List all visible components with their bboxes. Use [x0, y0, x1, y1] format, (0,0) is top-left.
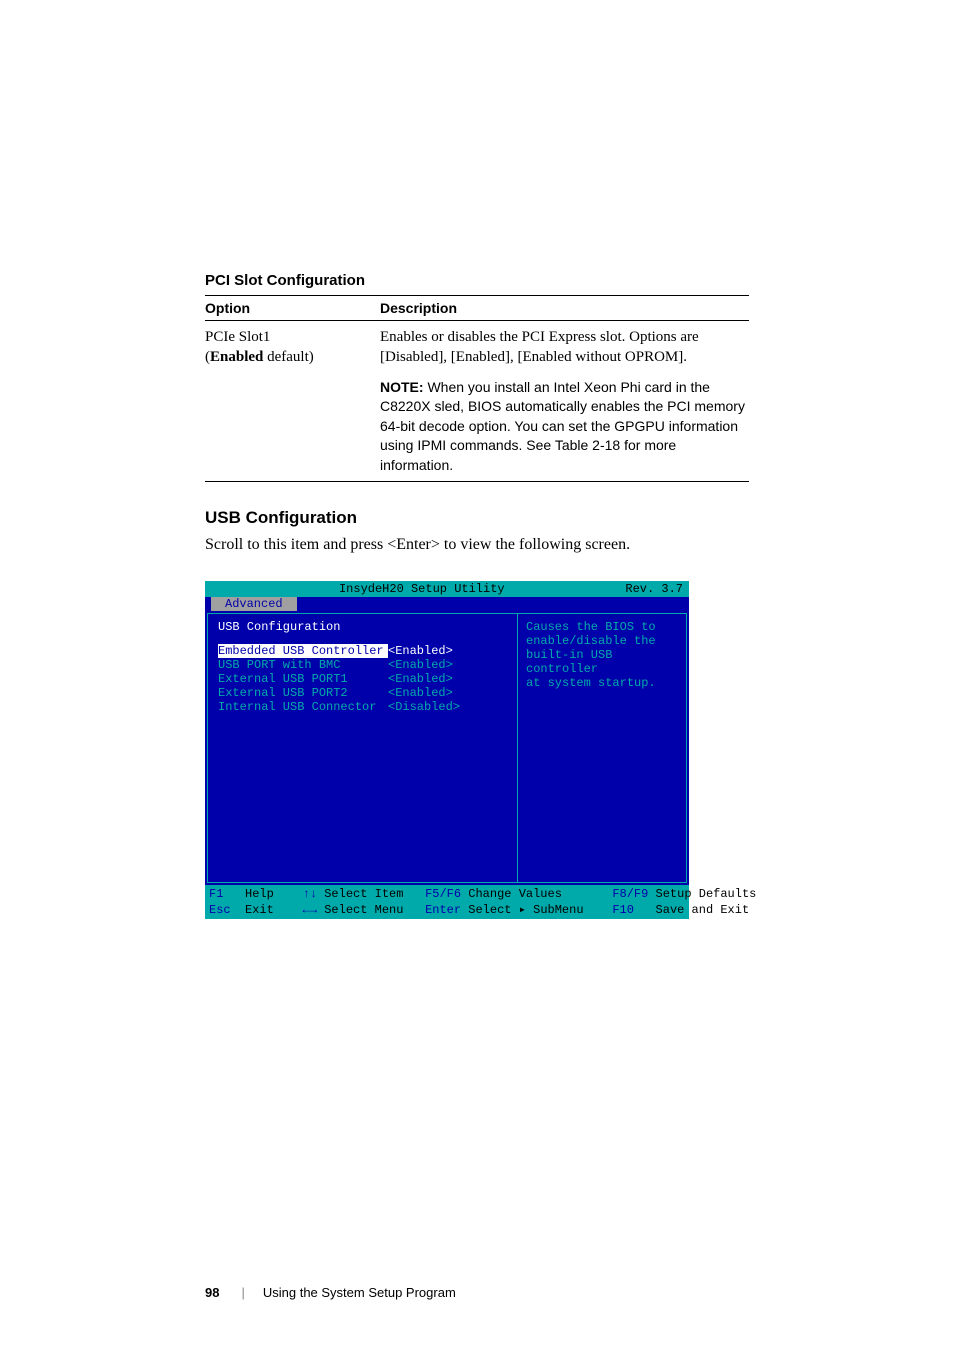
- bios-key-saveexit-label: Save and Exit: [634, 903, 749, 917]
- bios-key-changevalues-label: Change Values: [461, 887, 612, 901]
- option-cell: PCIe Slot1 (Enabled default): [205, 327, 380, 475]
- bios-key-help-label: Help: [223, 887, 302, 901]
- page-divider: |: [241, 1285, 244, 1300]
- bios-setting-label: Embedded USB Controller: [218, 644, 388, 658]
- table-header-row: Option Description: [205, 295, 749, 321]
- bios-key-exit-label: Exit: [231, 903, 303, 917]
- document-page: PCI Slot Configuration Option Descriptio…: [0, 0, 954, 1350]
- bios-body: USB Configuration Embedded USB Controlle…: [205, 611, 689, 885]
- page-footer: 98 | Using the System Setup Program: [205, 1285, 456, 1300]
- note-text: When you install an Intel Xeon Phi card …: [380, 379, 745, 473]
- bios-title: InsydeH20 Setup Utility: [339, 582, 505, 596]
- bios-key-selectitem-label: Select Item: [317, 887, 425, 901]
- option-name: PCIe Slot1: [205, 329, 270, 345]
- note-label: NOTE:: [380, 379, 424, 395]
- bios-key-f1: F1: [209, 887, 223, 901]
- section-heading-usb: USB Configuration: [205, 508, 749, 528]
- bios-key-esc: Esc: [209, 903, 231, 917]
- bios-tabbar: Advanced: [205, 597, 689, 611]
- bios-setting-label: Internal USB Connector: [218, 700, 388, 714]
- table-title: PCI Slot Configuration: [205, 272, 749, 289]
- bios-left-pane: USB Configuration Embedded USB Controlle…: [207, 613, 517, 883]
- bios-setting-label: External USB PORT1: [218, 672, 388, 686]
- bios-key-leftright: ←→: [303, 903, 317, 917]
- option-default-bold: Enabled: [210, 349, 263, 365]
- bios-setting-label: USB PORT with BMC: [218, 658, 388, 672]
- option-default-suffix: default): [263, 349, 313, 365]
- bios-key-f5f6: F5/F6: [425, 887, 461, 901]
- bios-key-setupdefaults-label: Setup Defaults: [648, 887, 756, 901]
- bios-help-line: at system startup.: [526, 676, 678, 690]
- bios-setting-row[interactable]: USB PORT with BMC<Enabled>: [218, 658, 507, 672]
- column-header-description: Description: [380, 300, 749, 316]
- bios-setting-label: External USB PORT2: [218, 686, 388, 700]
- bios-key-enter: Enter: [425, 903, 461, 917]
- bios-titlebar: InsydeH20 Setup Utility Rev. 3.7: [205, 581, 689, 597]
- bios-setting-row[interactable]: External USB PORT1<Enabled>: [218, 672, 507, 686]
- bios-help-pane: Causes the BIOS to enable/disable the bu…: [517, 613, 687, 883]
- bios-tab-advanced[interactable]: Advanced: [211, 597, 297, 611]
- bios-key-updown: ↑↓: [303, 887, 317, 901]
- bios-footer-row: F1 Help ↑↓ Select Item F5/F6 Change Valu…: [209, 886, 685, 902]
- section-body-text: Scroll to this item and press <Enter> to…: [205, 534, 749, 556]
- bios-screenshot: InsydeH20 Setup Utility Rev. 3.7 Advance…: [205, 581, 689, 917]
- bios-key-selectmenu-label: Select Menu: [317, 903, 425, 917]
- bios-setting-value: <Enabled>: [388, 658, 453, 672]
- description-text: Enables or disables the PCI Express slot…: [380, 329, 699, 365]
- page-number: 98: [205, 1285, 219, 1300]
- bios-key-submenu-label: Select ▸ SubMenu: [461, 903, 612, 917]
- bios-setting-row[interactable]: Embedded USB Controller<Enabled>: [218, 644, 507, 658]
- bios-footer: F1 Help ↑↓ Select Item F5/F6 Change Valu…: [205, 885, 689, 919]
- bios-help-line: built-in USB controller: [526, 648, 678, 676]
- bios-help-line: Causes the BIOS to: [526, 620, 678, 634]
- bios-footer-row: Esc Exit ←→ Select Menu Enter Select ▸ S…: [209, 902, 685, 918]
- note-block: NOTE: When you install an Intel Xeon Phi…: [380, 378, 749, 476]
- bios-setting-value: <Disabled>: [388, 700, 460, 714]
- description-cell: Enables or disables the PCI Express slot…: [380, 327, 749, 475]
- bios-help-line: enable/disable the: [526, 634, 678, 648]
- bios-setting-row[interactable]: External USB PORT2<Enabled>: [218, 686, 507, 700]
- page-chapter: Using the System Setup Program: [263, 1285, 456, 1300]
- bios-setting-value: <Enabled>: [388, 672, 453, 686]
- bios-titlebar-spacer: [211, 582, 218, 596]
- bios-setting-value: <Enabled>: [388, 686, 453, 700]
- bios-revision: Rev. 3.7: [625, 582, 683, 596]
- bios-setting-value: <Enabled>: [388, 644, 453, 658]
- bios-setting-row[interactable]: Internal USB Connector<Disabled>: [218, 700, 507, 714]
- column-header-option: Option: [205, 300, 380, 316]
- bios-key-f10: F10: [612, 903, 634, 917]
- bios-pane-title: USB Configuration: [218, 620, 507, 634]
- table-row: PCIe Slot1 (Enabled default) Enables or …: [205, 321, 749, 482]
- bios-key-f8f9: F8/F9: [612, 887, 648, 901]
